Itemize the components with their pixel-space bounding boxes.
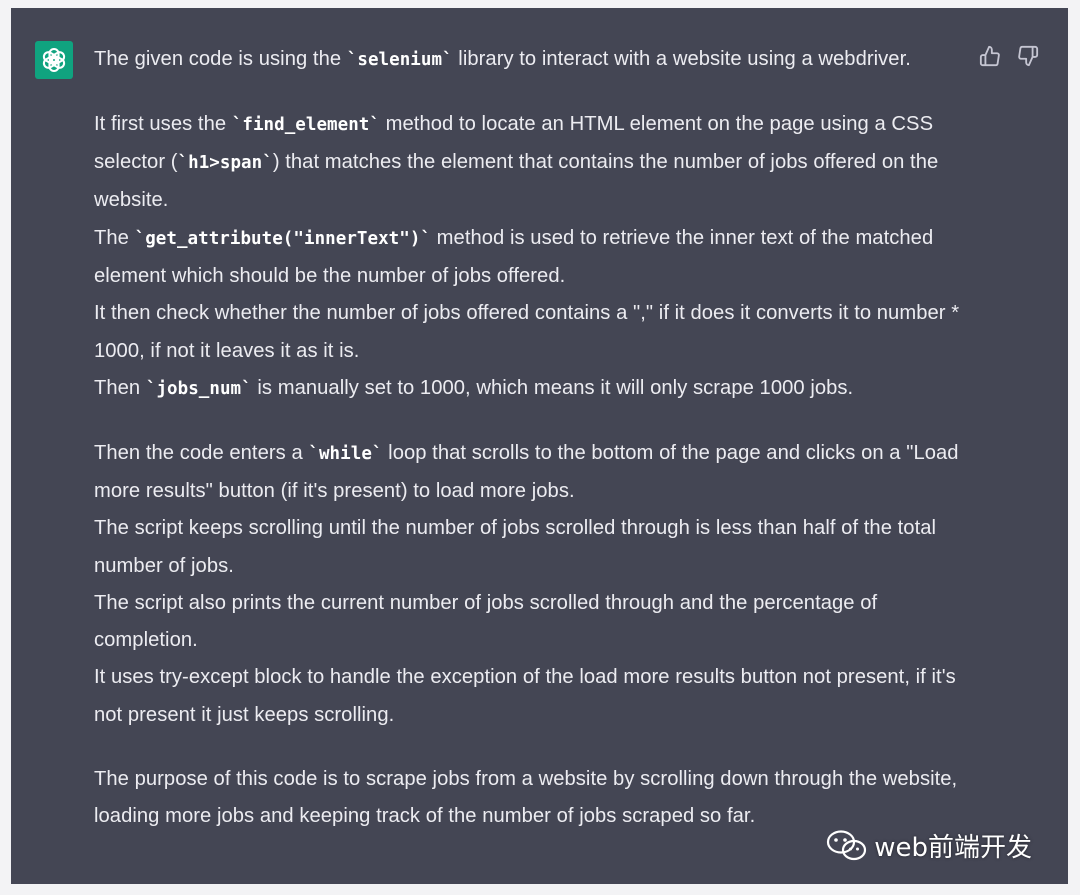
assistant-avatar (35, 41, 73, 79)
watermark: web前端开发 (826, 827, 1032, 864)
text-span: It then check whether the number of jobs… (94, 302, 960, 362)
feedback-buttons (978, 44, 1040, 68)
message-paragraph-2: It first uses the `find_element` method … (94, 106, 974, 408)
message-paragraph-4: The purpose of this code is to scrape jo… (94, 761, 974, 836)
thumbs-up-icon (979, 45, 1000, 67)
text-span: The (94, 226, 135, 249)
inline-code: `h1>span` (177, 153, 273, 174)
openai-logo-icon (42, 47, 66, 73)
text-span: It first uses the (94, 112, 232, 135)
inline-code: `while` (308, 443, 383, 464)
text-span: The script also prints the current numbe… (94, 591, 878, 652)
text-span: It uses try-except block to handle the e… (94, 666, 956, 726)
text-span: The script keeps scrolling until the num… (94, 517, 937, 577)
text-span: The given code is using the (94, 48, 347, 70)
text-span: Then (94, 376, 146, 399)
wechat-icon (827, 829, 867, 860)
text-span: library to interact with a website using… (452, 48, 911, 70)
text-span: Then the code enters a (94, 441, 309, 464)
thumbs-up-button[interactable] (978, 44, 1002, 68)
inline-code: `jobs_num` (145, 378, 252, 399)
message-paragraph-1: The given code is using the `selenium` l… (94, 41, 974, 79)
message-paragraph-3: Then the code enters a `while` loop that… (94, 435, 974, 734)
thumbs-down-icon (1018, 45, 1039, 67)
inline-code: `get_attribute("innerText")` (134, 228, 432, 249)
inline-code: `find_element` (231, 114, 380, 135)
chat-message-container: The given code is using the `selenium` l… (11, 8, 1068, 884)
assistant-message-text: The given code is using the `selenium` l… (94, 41, 974, 862)
thumbs-down-button[interactable] (1016, 44, 1040, 68)
text-span: is manually set to 1000, which means it … (251, 376, 854, 399)
text-span: The purpose of this code is to scrape jo… (94, 767, 958, 827)
watermark-text: web前端开发 (874, 833, 1032, 863)
inline-code: `selenium` (346, 50, 453, 70)
